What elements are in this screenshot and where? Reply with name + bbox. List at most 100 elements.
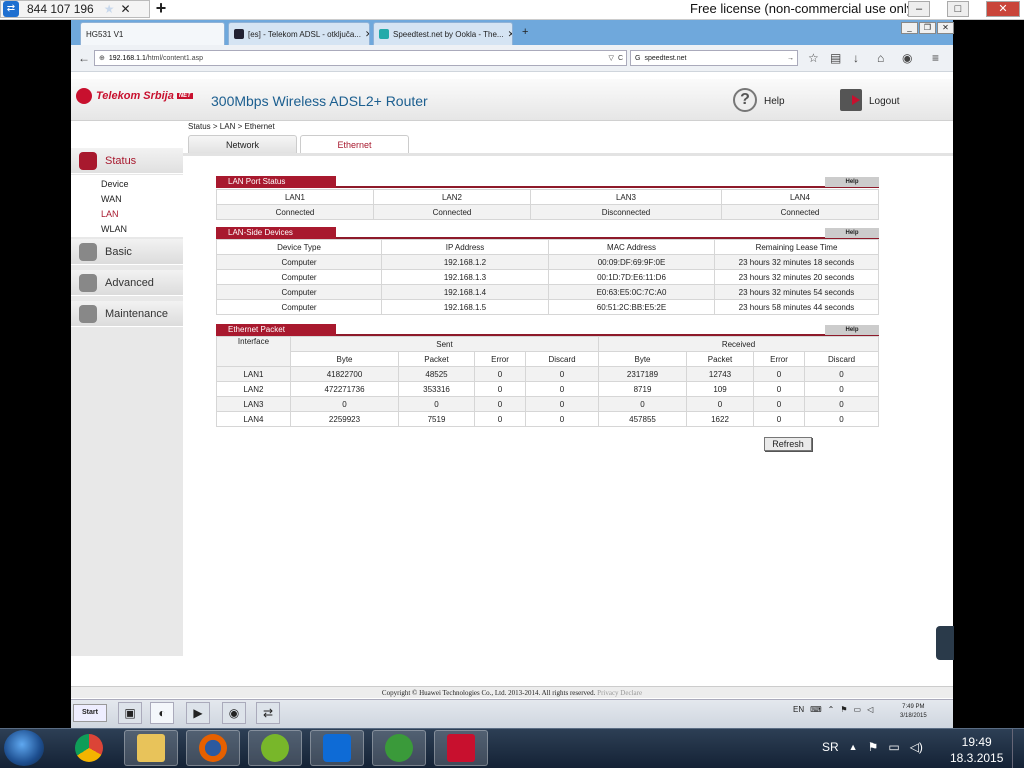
column-header: Packet [398,351,475,367]
ethernet-packet-header: Ethernet Packet Help [216,324,879,336]
lan-port-status-table: LAN1 LAN2 LAN3 LAN4 Connected Connected … [216,189,879,220]
search-input[interactable]: G speedtest.net → [630,50,798,66]
reload-icon[interactable]: C [618,55,623,62]
flag-icon[interactable]: ⚑ [840,705,847,714]
submenu-wlan[interactable]: WLAN [101,224,127,234]
tab-speedtest[interactable]: Speedtest.net by Ookla - The... ✕ [373,22,513,45]
help-icon[interactable]: ? [733,88,757,112]
teamviewer-session-tab[interactable]: ⇄ 844 107 196 ★ ✕ [0,0,150,18]
menu-label: Maintenance [105,307,168,320]
media-player-icon[interactable]: ▶ [186,702,210,724]
volume-icon[interactable]: ◁ [867,705,873,714]
ethernet-packet-table: Interface Sent Received Byte Packet Erro… [216,336,879,427]
sidebar-item-maintenance[interactable]: Maintenance [71,301,183,327]
show-desktop-button[interactable] [1012,729,1024,768]
back-icon[interactable]: ← [78,51,90,65]
submenu-lan[interactable]: LAN [101,209,119,219]
chrome-icon[interactable]: ◉ [222,702,246,724]
lan-side-devices-header: LAN-Side Devices Help [216,227,879,239]
tab-router[interactable]: HG531 V1 [80,22,225,45]
taskbar-firefox[interactable] [186,730,240,766]
remote-clock[interactable]: 7:49 PM 3/18/2015 [900,703,927,721]
privacy-link[interactable]: Privacy Declare [597,689,642,697]
search-icon: G [635,54,641,62]
teamviewer-app-icon[interactable]: ⇄ [256,702,280,724]
dropdown-icon[interactable]: ▽ [609,54,614,62]
taskbar-utorrent[interactable] [248,730,302,766]
language-indicator[interactable]: SR [822,740,839,754]
pdf-icon [447,734,475,762]
tab-label: [es] - Telekom ADSL - otključa... [248,29,361,39]
reading-list-icon[interactable]: ▤ [830,51,841,65]
received-error: 0 [753,396,805,412]
tab-network[interactable]: Network [188,135,297,153]
minimize-button[interactable]: – [908,1,930,17]
volume-icon[interactable]: ◁) [910,740,923,754]
network-icon[interactable]: ▭ [854,705,862,714]
search-value: speedtest.net [644,54,687,62]
remote-start-button[interactable]: Start [73,704,107,722]
maximize-button[interactable]: □ [947,1,969,17]
network-icon[interactable]: ▭ [888,740,899,754]
submenu-wan[interactable]: WAN [101,194,122,204]
minimize-button[interactable]: _ [901,22,918,34]
column-header: LAN2 [373,189,531,205]
address-bar[interactable]: ⊕ 192.168.1.1/html/content1.asp ▽ C [94,50,627,66]
explorer-icon[interactable]: ▣ [118,702,142,724]
windows-start-button[interactable] [4,730,44,766]
sidebar-item-status[interactable]: Status [71,148,183,174]
chat-icon[interactable]: ◉ [902,51,912,65]
sent-discard: 0 [525,411,599,427]
help-button[interactable]: Help [825,325,879,335]
taskbar-explorer[interactable] [124,730,178,766]
close-button[interactable]: ✕ [937,22,954,34]
flag-icon[interactable]: ⚑ [868,740,879,754]
bookmark-star-icon[interactable]: ☆ [808,51,819,65]
tab-telekom[interactable]: [es] - Telekom ADSL - otključa... ✕ [228,22,370,45]
taskbar-acrobat[interactable] [434,730,488,766]
taskbar-download-manager[interactable] [372,730,426,766]
keyboard-icon[interactable]: ⌨ [810,705,822,714]
taskbar-teamviewer[interactable] [310,730,364,766]
window-controls: _ ❐ ✕ [900,22,954,34]
close-tab-icon[interactable]: ✕ [504,29,512,40]
new-tab-button[interactable]: + [522,26,528,38]
table-row: LAN2 472271736 353316 0 0 8719 109 0 0 [216,381,879,397]
sidebar-item-basic[interactable]: Basic [71,239,183,265]
received-byte: 0 [598,396,687,412]
logout-link[interactable]: Logout [869,96,900,107]
star-icon[interactable]: ★ [104,2,115,16]
close-icon[interactable]: ✕ [121,2,131,16]
received-discard: 0 [804,396,879,412]
interface: LAN3 [216,396,291,412]
help-button[interactable]: Help [825,228,879,238]
search-go-icon[interactable]: → [787,55,794,62]
lease-time: 23 hours 32 minutes 20 seconds [714,269,879,285]
table-row: Computer 192.168.1.3 00:1D:7D:E6:11:D6 2… [216,269,879,285]
teamviewer-side-panel-icon[interactable] [936,626,954,660]
clock[interactable]: 19:49 18.3.2015 [950,734,1003,766]
sent-packet: 7519 [398,411,475,427]
home-icon[interactable]: ⌂ [877,51,884,65]
new-session-button[interactable]: + [150,0,172,18]
menu-icon[interactable]: ≡ [932,51,939,65]
refresh-button[interactable]: Refresh [764,437,812,451]
close-tab-icon[interactable]: ✕ [361,29,369,40]
help-button[interactable]: Help [825,177,879,187]
language-indicator[interactable]: EN [793,705,804,714]
submenu-device[interactable]: Device [101,179,129,189]
restore-button[interactable]: ❐ [919,22,936,34]
wrench-icon [79,304,97,323]
arrow-up-icon[interactable]: ⌃ [828,705,835,714]
section-title: LAN-Side Devices [216,227,336,239]
tab-ethernet[interactable]: Ethernet [300,135,409,153]
received-packet: 12743 [686,366,754,382]
taskbar-chrome[interactable] [62,730,116,766]
close-button[interactable]: ✕ [986,1,1020,17]
firefox-icon[interactable]: ◐ [150,702,174,724]
download-icon[interactable]: ↓ [853,51,859,65]
logout-icon[interactable] [840,89,862,111]
help-link[interactable]: Help [764,96,785,107]
arrow-up-icon[interactable]: ▲ [849,742,858,752]
sidebar-item-advanced[interactable]: Advanced [71,270,183,296]
